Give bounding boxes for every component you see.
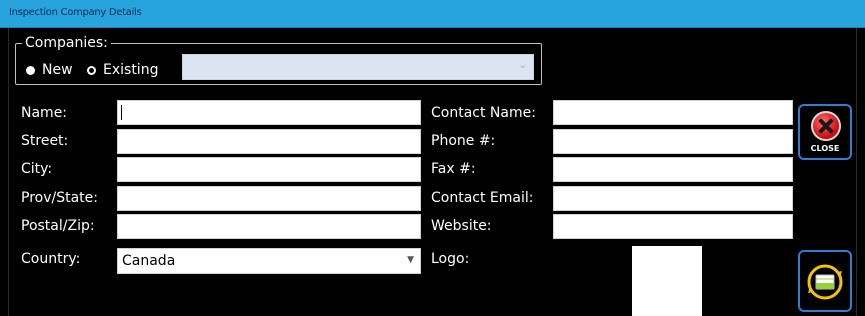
- existing-company-select[interactable]: ⌄: [182, 54, 534, 80]
- close-button[interactable]: CLOSE: [798, 104, 852, 160]
- title-bar: Inspection Company Details: [0, 0, 865, 28]
- name-label: Name:: [21, 105, 68, 121]
- radio-existing[interactable]: Existing: [87, 61, 158, 79]
- companies-legend: Companies:: [22, 34, 111, 52]
- window-title: Inspection Company Details: [9, 7, 142, 18]
- dropdown-arrow-icon: ▼: [407, 255, 414, 265]
- contact-email-label: Contact Email:: [431, 190, 534, 206]
- fax-field[interactable]: [553, 157, 793, 182]
- close-icon: [811, 111, 841, 141]
- radio-new-label: New: [42, 62, 73, 78]
- save-icon: [807, 264, 843, 300]
- radio-existing-indicator[interactable]: [87, 65, 96, 75]
- phone-field[interactable]: [553, 129, 793, 154]
- radio-existing-label: Existing: [103, 62, 159, 78]
- chevron-down-icon: ⌄: [518, 60, 527, 71]
- country-select[interactable]: Canada ▼: [117, 248, 421, 274]
- name-field[interactable]: [117, 100, 421, 125]
- country-value: Canada: [122, 253, 176, 269]
- website-label: Website:: [431, 218, 492, 234]
- logo-label: Logo:: [431, 251, 470, 267]
- prov-state-field[interactable]: [117, 186, 421, 211]
- contact-name-field[interactable]: [553, 100, 793, 125]
- prov-state-label: Prov/State:: [21, 190, 98, 206]
- city-label: City:: [21, 161, 53, 177]
- close-button-label: CLOSE: [810, 144, 840, 153]
- logo-image-box[interactable]: [632, 246, 702, 316]
- contact-name-label: Contact Name:: [431, 105, 536, 121]
- city-field[interactable]: [117, 157, 421, 182]
- postal-zip-field[interactable]: [117, 214, 421, 239]
- phone-label: Phone #:: [431, 133, 496, 149]
- country-label: Country:: [21, 251, 81, 267]
- save-button[interactable]: [798, 250, 852, 312]
- contact-email-field[interactable]: [553, 186, 793, 211]
- street-field[interactable]: [117, 129, 421, 154]
- radio-new-indicator[interactable]: [26, 65, 35, 75]
- text-caret: [121, 105, 122, 120]
- postal-zip-label: Postal/Zip:: [21, 218, 95, 234]
- website-field[interactable]: [553, 214, 793, 239]
- street-label: Street:: [21, 133, 69, 149]
- radio-new[interactable]: New: [26, 61, 73, 79]
- fax-label: Fax #:: [431, 161, 476, 177]
